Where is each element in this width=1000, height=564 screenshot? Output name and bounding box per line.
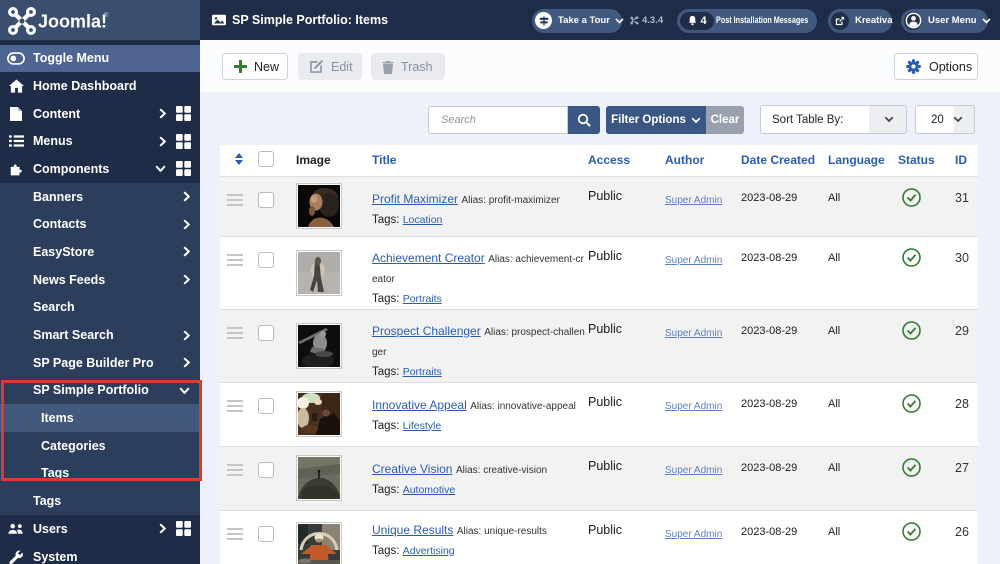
svg-text:Joomla!: Joomla! (38, 12, 107, 32)
svg-text:®: ® (104, 12, 109, 19)
